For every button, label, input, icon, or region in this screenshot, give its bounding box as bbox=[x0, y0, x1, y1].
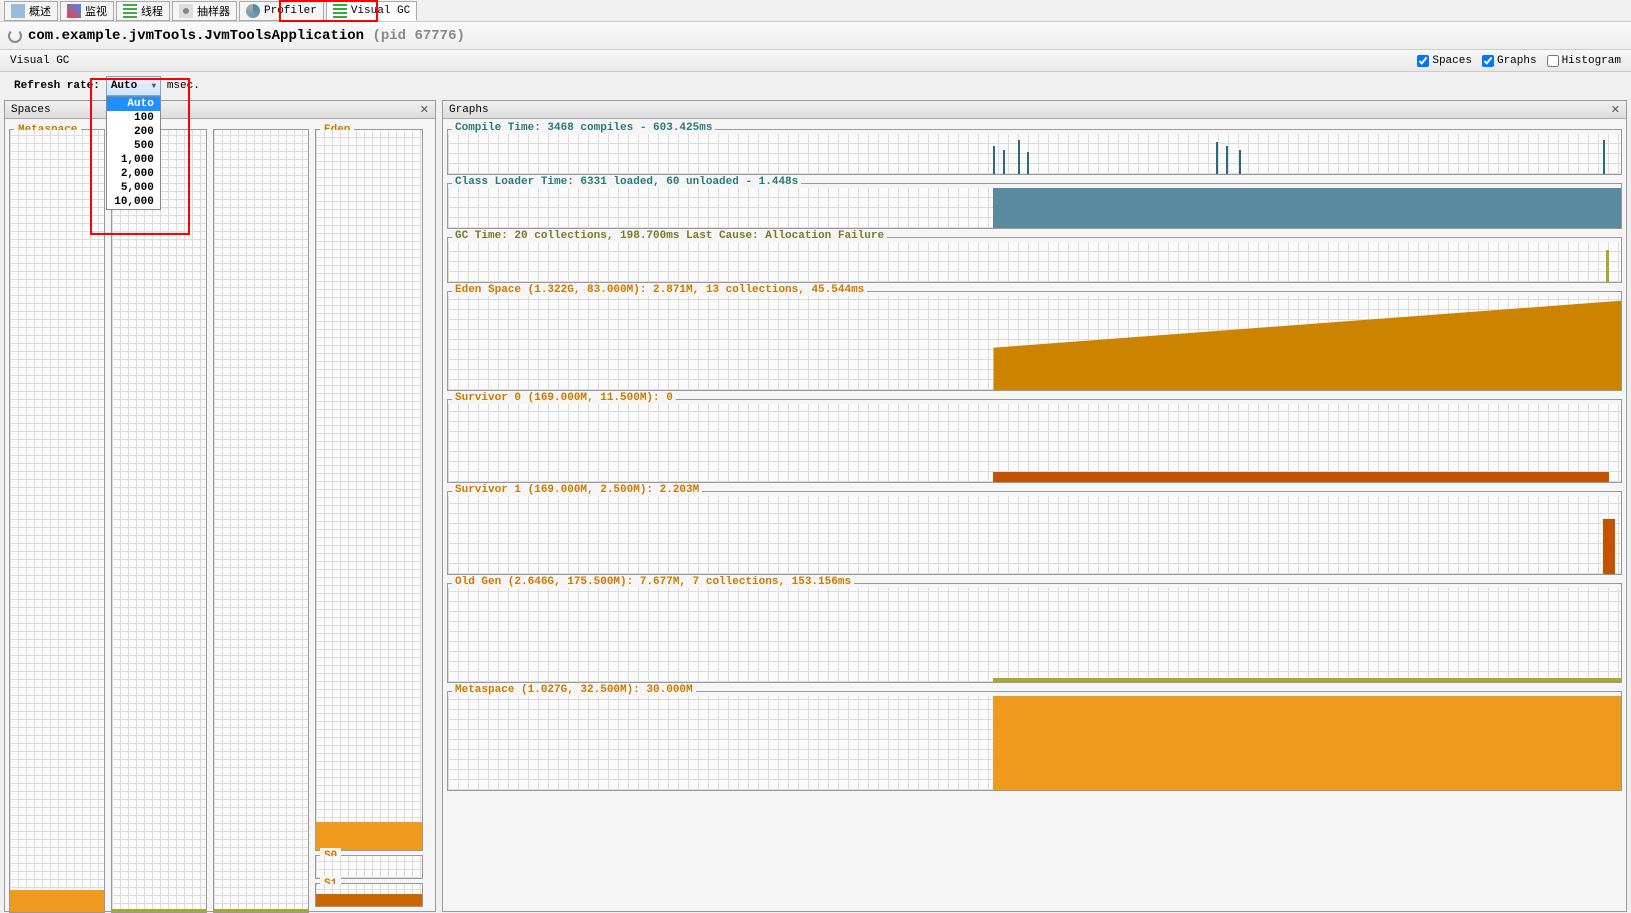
tab-profiler-label: Profiler bbox=[264, 5, 317, 17]
graph-metaspace-title: Metaspace (1.027G, 32.500M): 30.000M bbox=[452, 684, 696, 696]
s1-fill bbox=[316, 894, 422, 906]
space-eden-graph bbox=[316, 130, 422, 850]
graph-s0-inner bbox=[448, 404, 1621, 482]
refresh-unit: msec. bbox=[167, 80, 200, 92]
threads-icon bbox=[123, 4, 137, 18]
tab-overview-label: 概述 bbox=[29, 3, 51, 19]
graph-compile-title: Compile Time: 3468 compiles - 603.425ms bbox=[452, 122, 715, 134]
refresh-dropdown[interactable]: Auto ▾ Auto 100 200 500 1,000 2,000 5,00… bbox=[106, 76, 161, 96]
graphs-panel-header: Graphs ✕ bbox=[443, 101, 1626, 119]
space-metaspace-graph bbox=[10, 130, 104, 912]
graph-eden-title: Eden Space (1.322G, 83.000M): 2.871M, 13… bbox=[452, 284, 867, 296]
metaspace-fill bbox=[10, 890, 104, 912]
close-icon[interactable]: ✕ bbox=[420, 103, 429, 117]
space-metaspace: Metaspace bbox=[9, 129, 105, 913]
graph-s1: Survivor 1 (169.000M, 2.500M): 2.203M bbox=[447, 491, 1622, 575]
graph-s1-title: Survivor 1 (169.000M, 2.500M): 2.203M bbox=[452, 484, 702, 496]
graph-eden: Eden Space (1.322G, 83.000M): 2.871M, 13… bbox=[447, 291, 1622, 391]
tab-sampler-label: 抽样器 bbox=[197, 3, 230, 19]
spaces-panel-title: Spaces bbox=[11, 104, 51, 116]
eden-fill bbox=[316, 822, 422, 850]
space-s0-graph bbox=[316, 856, 422, 878]
spaces-panel: Spaces ✕ Metaspace Old bbox=[4, 100, 436, 912]
refresh-option[interactable]: 5,000 bbox=[107, 181, 160, 195]
refresh-selected: Auto bbox=[111, 80, 137, 92]
space-old2-graph bbox=[214, 130, 308, 912]
tab-threads-label: 线程 bbox=[141, 3, 163, 19]
pid-label: (pid 67776) bbox=[372, 28, 464, 44]
check-graphs[interactable]: Graphs bbox=[1482, 55, 1537, 67]
tab-overview[interactable]: 概述 bbox=[4, 1, 58, 21]
graph-s0: Survivor 0 (169.000M, 11.500M): 0 bbox=[447, 399, 1622, 483]
graphs-panel: Graphs ✕ Compile Time: 3468 compiles - 6… bbox=[442, 100, 1627, 912]
refresh-option[interactable]: 200 bbox=[107, 125, 160, 139]
check-histogram[interactable]: Histogram bbox=[1547, 55, 1621, 67]
tab-monitor-label: 监视 bbox=[85, 3, 107, 19]
refresh-option[interactable]: 1,000 bbox=[107, 153, 160, 167]
graphs-panel-title: Graphs bbox=[449, 104, 489, 116]
space-eden: Eden bbox=[315, 129, 423, 851]
graph-classloader-inner bbox=[448, 188, 1621, 228]
monitor-icon bbox=[67, 4, 81, 18]
visualgc-icon bbox=[333, 4, 347, 18]
sampler-icon bbox=[179, 4, 193, 18]
space-old-graph bbox=[112, 130, 206, 912]
refresh-option[interactable]: 10,000 bbox=[107, 195, 160, 209]
refresh-option[interactable]: Auto bbox=[107, 97, 160, 111]
graph-oldgen-title: Old Gen (2.646G, 175.500M): 7.677M, 7 co… bbox=[452, 576, 854, 588]
loading-icon bbox=[8, 29, 22, 43]
graph-compile: Compile Time: 3468 compiles - 603.425ms bbox=[447, 129, 1622, 175]
refresh-label: Refresh rate: bbox=[14, 80, 100, 92]
spaces-content: Metaspace Old Eden bbox=[5, 119, 435, 911]
refresh-option[interactable]: 100 bbox=[107, 111, 160, 125]
refresh-dropdown-button[interactable]: Auto ▾ bbox=[106, 76, 161, 96]
graph-s0-title: Survivor 0 (169.000M, 11.500M): 0 bbox=[452, 392, 676, 404]
graph-eden-inner bbox=[448, 296, 1621, 390]
check-spaces-input[interactable] bbox=[1417, 55, 1429, 67]
graph-classloader-title: Class Loader Time: 6331 loaded, 60 unloa… bbox=[452, 176, 801, 188]
tab-profiler[interactable]: Profiler bbox=[239, 1, 324, 21]
app-title: com.example.jvmTools.JvmToolsApplication… bbox=[28, 28, 465, 44]
tab-monitor[interactable]: 监视 bbox=[60, 1, 114, 21]
check-histogram-input[interactable] bbox=[1547, 55, 1559, 67]
graph-gctime: GC Time: 20 collections, 198.700ms Last … bbox=[447, 237, 1622, 283]
main-area: Spaces ✕ Metaspace Old bbox=[0, 100, 1631, 912]
space-s1-graph bbox=[316, 884, 422, 906]
tabs-bar: 概述 监视 线程 抽样器 Profiler Visual GC bbox=[0, 0, 1631, 22]
graph-oldgen-inner bbox=[448, 588, 1621, 682]
check-graphs-input[interactable] bbox=[1482, 55, 1494, 67]
graph-s1-inner bbox=[448, 496, 1621, 574]
tab-visualgc-label: Visual GC bbox=[351, 5, 410, 17]
space-s1: S1 bbox=[315, 883, 423, 907]
sub-bar: Visual GC Spaces Graphs Histogram bbox=[0, 50, 1631, 72]
check-spaces[interactable]: Spaces bbox=[1417, 55, 1472, 67]
tab-visualgc[interactable]: Visual GC bbox=[326, 1, 417, 21]
graph-gctime-title: GC Time: 20 collections, 198.700ms Last … bbox=[452, 230, 887, 242]
graph-gctime-inner bbox=[448, 242, 1621, 282]
graph-metaspace: Metaspace (1.027G, 32.500M): 30.000M bbox=[447, 691, 1622, 791]
graph-oldgen: Old Gen (2.646G, 175.500M): 7.677M, 7 co… bbox=[447, 583, 1622, 683]
space-old: Old bbox=[111, 129, 207, 913]
tab-threads[interactable]: 线程 bbox=[116, 1, 170, 21]
title-bar: com.example.jvmTools.JvmToolsApplication… bbox=[0, 22, 1631, 50]
subtab-label: Visual GC bbox=[10, 55, 69, 67]
graph-metaspace-inner bbox=[448, 696, 1621, 790]
tab-sampler[interactable]: 抽样器 bbox=[172, 1, 237, 21]
graph-classloader: Class Loader Time: 6331 loaded, 60 unloa… bbox=[447, 183, 1622, 229]
refresh-dropdown-list: Auto 100 200 500 1,000 2,000 5,000 10,00… bbox=[106, 96, 161, 210]
refresh-option[interactable]: 2,000 bbox=[107, 167, 160, 181]
space-eden-group: Eden S0 S1 bbox=[315, 129, 423, 907]
graphs-content: Compile Time: 3468 compiles - 603.425ms … bbox=[443, 119, 1626, 911]
profiler-icon bbox=[246, 4, 260, 18]
refresh-bar: Refresh rate: Auto ▾ Auto 100 200 500 1,… bbox=[0, 72, 1631, 100]
spaces-panel-header: Spaces ✕ bbox=[5, 101, 435, 119]
close-icon[interactable]: ✕ bbox=[1611, 103, 1620, 117]
view-checkboxes: Spaces Graphs Histogram bbox=[1417, 55, 1621, 67]
overview-icon bbox=[11, 4, 25, 18]
refresh-option[interactable]: 500 bbox=[107, 139, 160, 153]
graph-compile-inner bbox=[448, 134, 1621, 174]
chevron-down-icon: ▾ bbox=[152, 81, 156, 91]
eden-triangle bbox=[448, 296, 1621, 390]
space-old2 bbox=[213, 129, 309, 913]
